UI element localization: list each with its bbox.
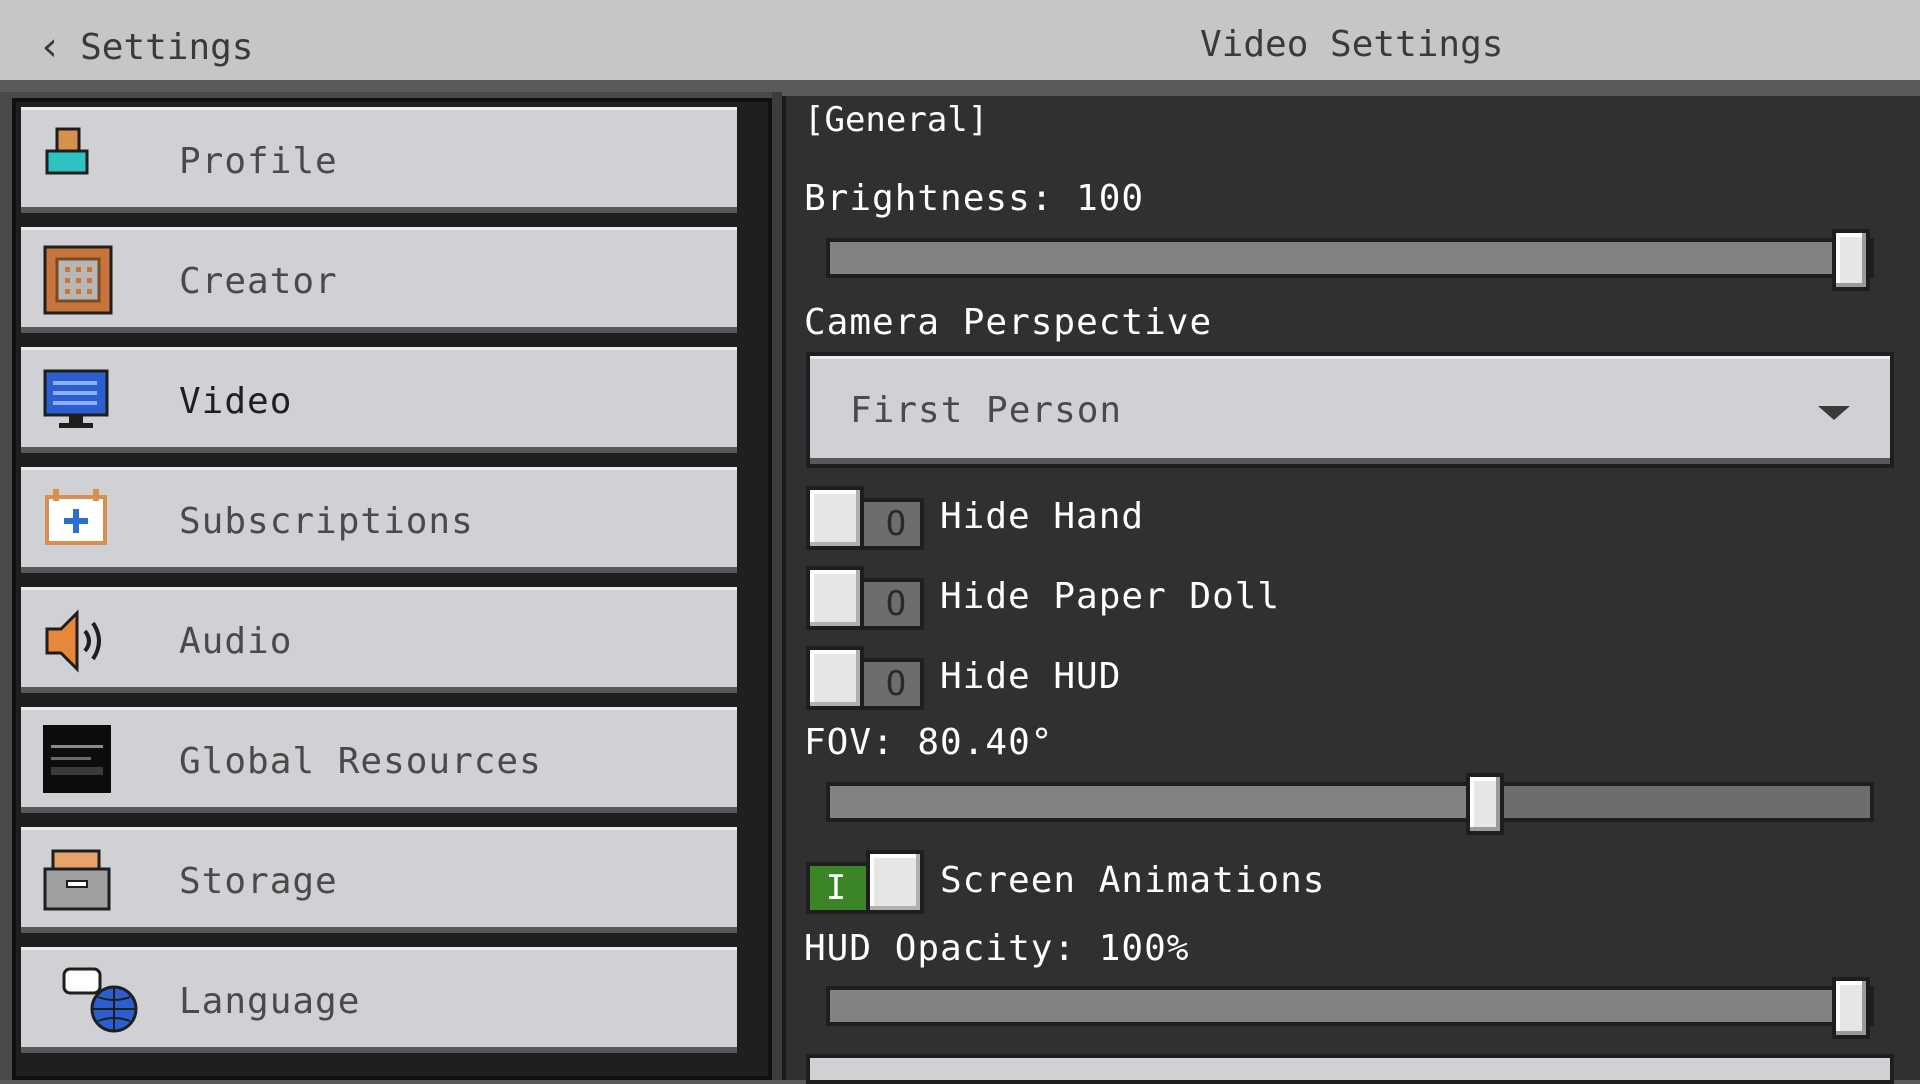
back-button[interactable]: ‹ Settings xyxy=(38,22,253,72)
brightness-slider[interactable] xyxy=(826,229,1874,291)
screen-animations-label: Screen Animations xyxy=(940,860,1326,901)
storage-box-icon xyxy=(43,849,111,911)
global-resources-icon xyxy=(43,725,111,793)
brightness-label: Brightness: 100 xyxy=(804,178,1145,219)
toggle-state-glyph: O xyxy=(885,664,907,704)
hide-hand-toggle[interactable]: O xyxy=(806,486,924,550)
toggle-knob xyxy=(806,646,864,710)
toggle-state-glyph: O xyxy=(885,504,907,544)
sidebar-item-label: Language xyxy=(179,981,361,1022)
sidebar-item-storage[interactable]: Storage xyxy=(18,824,740,936)
toggle-knob xyxy=(866,850,924,914)
brightness-slider-fill xyxy=(830,242,1870,274)
camera-perspective-label: Camera Perspective xyxy=(804,302,1213,343)
sidebar-item-label: Video xyxy=(179,381,293,422)
sidebar-item-creator[interactable]: Creator xyxy=(18,224,740,336)
hud-opacity-slider[interactable] xyxy=(826,977,1874,1039)
sidebar-item-label: Profile xyxy=(179,141,338,182)
language-globe-icon xyxy=(62,967,138,1033)
toggle-state-glyph: I xyxy=(825,868,847,908)
fov-slider-thumb[interactable] xyxy=(1466,773,1505,835)
sidebar-item-audio[interactable]: Audio xyxy=(18,584,740,696)
camera-perspective-value: First Person xyxy=(850,390,1123,431)
sidebar-item-language[interactable]: Language xyxy=(18,944,740,1056)
sidebar-item-label: Subscriptions xyxy=(179,501,474,542)
hide-hand-label: Hide Hand xyxy=(940,496,1145,537)
sidebar-item-profile[interactable]: Profile xyxy=(18,104,740,216)
hud-opacity-slider-thumb[interactable] xyxy=(1832,977,1870,1039)
hide-paper-doll-label: Hide Paper Doll xyxy=(940,576,1281,617)
camera-perspective-dropdown[interactable]: First Person xyxy=(806,352,1894,468)
page-title: Video Settings xyxy=(1200,24,1504,65)
profile-icon xyxy=(45,127,89,175)
toggle-state-glyph: O xyxy=(885,584,907,624)
hide-paper-doll-toggle[interactable]: O xyxy=(806,566,924,630)
panel-divider xyxy=(772,92,782,1080)
sidebar-item-subscriptions[interactable]: Subscriptions xyxy=(18,464,740,576)
top-bar: ‹ Settings Video Settings xyxy=(0,0,1920,86)
sidebar-item-global-resources[interactable]: Global Resources xyxy=(18,704,740,816)
sidebar-item-label: Audio xyxy=(179,621,293,662)
hud-opacity-label: HUD Opacity: 100% xyxy=(804,928,1190,969)
hud-opacity-slider-fill xyxy=(830,990,1870,1022)
hide-hud-label: Hide HUD xyxy=(940,656,1122,697)
brightness-slider-thumb[interactable] xyxy=(1832,229,1870,291)
fov-slider-fill xyxy=(830,786,1486,818)
video-monitor-icon xyxy=(43,369,109,428)
hide-hud-toggle[interactable]: O xyxy=(806,646,924,710)
speaker-icon xyxy=(45,609,101,673)
sidebar-item-label: Creator xyxy=(179,261,338,302)
toggle-knob xyxy=(806,566,864,630)
chevron-down-icon xyxy=(1818,406,1850,420)
subscriptions-icon xyxy=(45,489,107,545)
toggle-knob xyxy=(806,486,864,550)
sidebar-item-label: Storage xyxy=(179,861,338,902)
sidebar-item-label: Global Resources xyxy=(179,741,542,782)
screen-animations-toggle[interactable]: I xyxy=(806,850,924,914)
creator-icon xyxy=(43,245,113,315)
chevron-left-icon: ‹ xyxy=(38,24,63,70)
back-label: Settings xyxy=(80,26,254,68)
section-title-general: [General] xyxy=(804,100,989,140)
fov-label: FOV: 80.40° xyxy=(804,722,1054,763)
fov-slider[interactable] xyxy=(826,773,1874,835)
sidebar-item-video[interactable]: Video xyxy=(18,344,740,456)
